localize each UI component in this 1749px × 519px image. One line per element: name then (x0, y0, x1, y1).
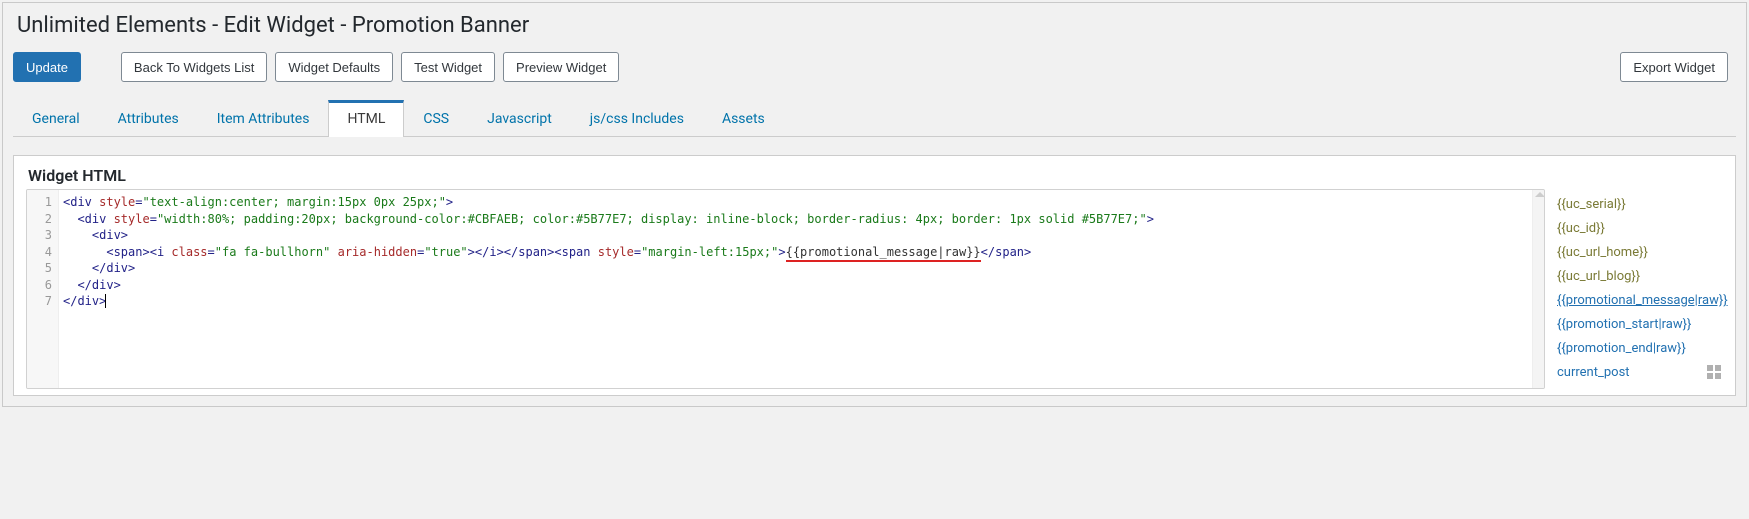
grid-icon[interactable] (1707, 365, 1721, 379)
scroll-arrow-up-icon (1535, 192, 1545, 197)
page-title: Unlimited Elements - Edit Widget - Promo… (3, 3, 1746, 52)
widget-html-panel: Widget HTML 1234567 <div style="text-ali… (13, 155, 1736, 396)
panel-title: Widget HTML (26, 166, 1723, 185)
tab-html[interactable]: HTML (328, 100, 404, 137)
variable-item[interactable]: {{promotional_message|raw}} (1557, 289, 1723, 313)
toolbar: Update Back To Widgets List Widget Defau… (3, 52, 1746, 100)
page-frame: Unlimited Elements - Edit Widget - Promo… (2, 2, 1747, 407)
widget-defaults-button[interactable]: Widget Defaults (275, 52, 393, 82)
tab-css[interactable]: CSS (404, 100, 468, 137)
variable-list: {{uc_serial}}{{uc_id}}{{uc_url_home}}{{u… (1545, 189, 1723, 389)
variable-item[interactable]: {{promotion_start|raw}} (1557, 313, 1723, 337)
code-editor[interactable]: 1234567 <div style="text-align:center; m… (26, 189, 1545, 389)
line-number-gutter: 1234567 (27, 190, 59, 388)
back-to-widgets-button[interactable]: Back To Widgets List (121, 52, 267, 82)
variable-item[interactable]: current_post (1557, 361, 1723, 385)
tab-attributes[interactable]: Attributes (99, 100, 198, 137)
variable-item[interactable]: {{uc_url_blog}} (1557, 265, 1723, 289)
editor-row: 1234567 <div style="text-align:center; m… (26, 189, 1723, 389)
tab-assets[interactable]: Assets (703, 100, 784, 137)
variable-item[interactable]: {{uc_serial}} (1557, 193, 1723, 217)
tab-item-attributes[interactable]: Item Attributes (198, 100, 329, 137)
tabs-bar: General Attributes Item Attributes HTML … (13, 100, 1736, 137)
variable-item[interactable]: {{uc_url_home}} (1557, 241, 1723, 265)
variable-item[interactable]: {{promotion_end|raw}} (1557, 337, 1723, 361)
tab-javascript[interactable]: Javascript (468, 100, 571, 137)
variable-item[interactable]: {{uc_id}} (1557, 217, 1723, 241)
preview-widget-button[interactable]: Preview Widget (503, 52, 619, 82)
code-area[interactable]: <div style="text-align:center; margin:15… (59, 190, 1544, 388)
update-button[interactable]: Update (13, 52, 81, 82)
tab-jscss-includes[interactable]: js/css Includes (571, 100, 703, 137)
scrollbar-vertical[interactable] (1532, 190, 1544, 388)
tab-general[interactable]: General (13, 100, 99, 137)
test-widget-button[interactable]: Test Widget (401, 52, 495, 82)
export-widget-button[interactable]: Export Widget (1620, 52, 1728, 82)
